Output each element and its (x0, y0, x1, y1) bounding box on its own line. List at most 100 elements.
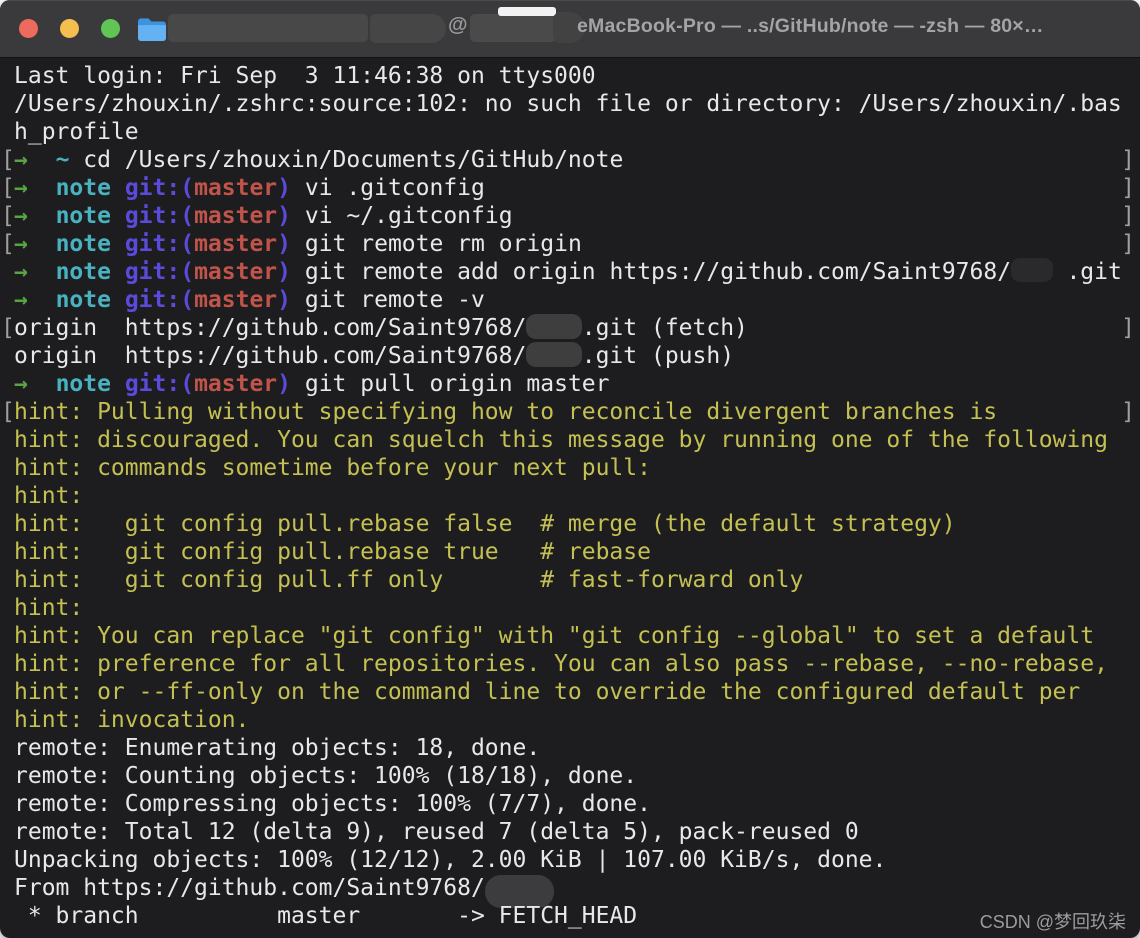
terminal-text: h_profile (14, 119, 139, 145)
zoom-button[interactable] (101, 19, 120, 38)
terminal-text (111, 371, 125, 397)
terminal-line: h_profile (0, 118, 1140, 146)
folder-icon (136, 15, 167, 42)
terminal-text: ) (277, 175, 291, 201)
terminal-text: Last login: Fri Sep 3 11:46:38 on ttys00… (14, 63, 596, 89)
terminal-text: note (56, 287, 111, 313)
terminal-text: hint: invocation. (14, 707, 249, 733)
terminal-line: remote: Total 12 (delta 9), reused 7 (de… (0, 818, 1140, 846)
mark-bracket-left: [ (1, 146, 15, 174)
terminal-line: hint: (0, 594, 1140, 622)
terminal-line: [→ note git:(master) vi .gitconfig] (0, 174, 1140, 202)
terminal-text: /Users/zhouxin/.zshrc:source:102: no suc… (14, 91, 1122, 117)
terminal-text: origin https://github.com/Saint9768/ (14, 315, 526, 341)
terminal-text: git:( (125, 259, 194, 285)
terminal-line: [origin https://github.com/Saint9768/.gi… (0, 314, 1140, 342)
terminal-text: master (194, 371, 277, 397)
terminal-text: git remote add origin https://github.com… (291, 259, 1011, 285)
mark-bracket-left: [ (1, 174, 15, 202)
terminal-text (28, 287, 56, 313)
terminal-line: hint: or --ff-only on the command line t… (0, 678, 1140, 706)
terminal-text: .git (push) (582, 343, 734, 369)
terminal-text: .git (1053, 259, 1122, 285)
terminal-text: git remote rm origin (291, 231, 582, 257)
terminal-window: @ eMacBook-Pro — ..s/GitHub/note — -zsh … (0, 0, 1140, 938)
terminal-text: note (56, 371, 111, 397)
terminal-text: remote: Enumerating objects: 18, done. (14, 735, 540, 761)
terminal-text: ) (277, 287, 291, 313)
terminal-text: hint: Pulling without specifying how to … (14, 399, 997, 425)
terminal-text: git:( (125, 287, 194, 313)
mark-bracket-right: ] (1121, 398, 1135, 426)
terminal-text (111, 203, 125, 229)
terminal-line: hint: You can replace "git config" with … (0, 622, 1140, 650)
terminal-text: note (56, 203, 111, 229)
terminal-text: master (194, 231, 277, 257)
terminal-text: ) (277, 371, 291, 397)
terminal-text: → (14, 147, 28, 173)
terminal-text: vi ~/.gitconfig (291, 203, 513, 229)
mark-bracket-right: ] (1121, 174, 1135, 202)
terminal-text: master (194, 175, 277, 201)
terminal-text: hint: commands sometime before your next… (14, 455, 651, 481)
window-title: eMacBook-Pro — ..s/GitHub/note — -zsh — … (577, 15, 1140, 38)
terminal-text: Unpacking objects: 100% (12/12), 2.00 Ki… (14, 847, 886, 873)
terminal-text: → (14, 287, 28, 313)
terminal-text: hint: (14, 595, 83, 621)
terminal-text: * branch master -> FETCH_HEAD (14, 903, 637, 929)
terminal-text (28, 147, 56, 173)
terminal-text: origin https://github.com/Saint9768/ (14, 343, 526, 369)
terminal-line: hint: invocation. (0, 706, 1140, 734)
titlebar-at-symbol: @ (448, 14, 468, 37)
terminal-line: remote: Enumerating objects: 18, done. (0, 734, 1140, 762)
terminal-text: git pull origin master (291, 371, 610, 397)
terminal-text: hint: You can replace "git config" with … (14, 623, 1094, 649)
redacted-text (470, 14, 556, 42)
terminal-text: remote: Compressing objects: 100% (7/7),… (14, 791, 651, 817)
mark-bracket-right: ] (1121, 202, 1135, 230)
close-button[interactable] (19, 19, 38, 38)
terminal-line: /Users/zhouxin/.zshrc:source:102: no suc… (0, 90, 1140, 118)
mark-bracket-right: ] (1121, 146, 1135, 174)
terminal-text: note (56, 175, 111, 201)
terminal-text (28, 203, 56, 229)
redacted-text (1011, 258, 1053, 282)
mark-bracket-right: ] (1121, 314, 1135, 342)
terminal-text: hint: preference for all repositories. Y… (14, 651, 1108, 677)
terminal-line: [→ note git:(master) vi ~/.gitconfig] (0, 202, 1140, 230)
terminal-text: ) (277, 231, 291, 257)
terminal-text (28, 259, 56, 285)
redacted-text (168, 14, 368, 42)
terminal-text: → (14, 371, 28, 397)
redacted-text (498, 7, 556, 16)
terminal-text: → (14, 259, 28, 285)
terminal-screen[interactable]: Last login: Fri Sep 3 11:46:38 on ttys00… (0, 58, 1140, 938)
terminal-text: ~ (56, 147, 70, 173)
terminal-text: → (14, 175, 28, 201)
terminal-text: master (194, 203, 277, 229)
terminal-text: hint: discouraged. You can squelch this … (14, 427, 1108, 453)
terminal-line: hint: git config pull.rebase true # reba… (0, 538, 1140, 566)
terminal-line: * branch master -> FETCH_HEAD (0, 902, 1140, 930)
redacted-text (370, 14, 446, 43)
terminal-line: hint: preference for all repositories. Y… (0, 650, 1140, 678)
terminal-text: git:( (125, 371, 194, 397)
terminal-text (28, 231, 56, 257)
mark-bracket-left: [ (1, 314, 15, 342)
minimize-button[interactable] (60, 19, 79, 38)
terminal-line: hint: git config pull.ff only # fast-for… (0, 566, 1140, 594)
terminal-line: From https://github.com/Saint9768/ (0, 874, 1140, 902)
terminal-text (28, 175, 56, 201)
terminal-line: hint: git config pull.rebase false # mer… (0, 510, 1140, 538)
page: @ eMacBook-Pro — ..s/GitHub/note — -zsh … (0, 0, 1140, 938)
terminal-text: git:( (125, 175, 194, 201)
terminal-line: → note git:(master) git pull origin mast… (0, 370, 1140, 398)
terminal-text: master (194, 287, 277, 313)
terminal-line: remote: Counting objects: 100% (18/18), … (0, 762, 1140, 790)
terminal-line: hint: discouraged. You can squelch this … (0, 426, 1140, 454)
terminal-text (111, 287, 125, 313)
terminal-text: ) (277, 259, 291, 285)
terminal-text: master (194, 259, 277, 285)
mark-bracket-left: [ (1, 398, 15, 426)
mark-bracket-right: ] (1121, 230, 1135, 258)
